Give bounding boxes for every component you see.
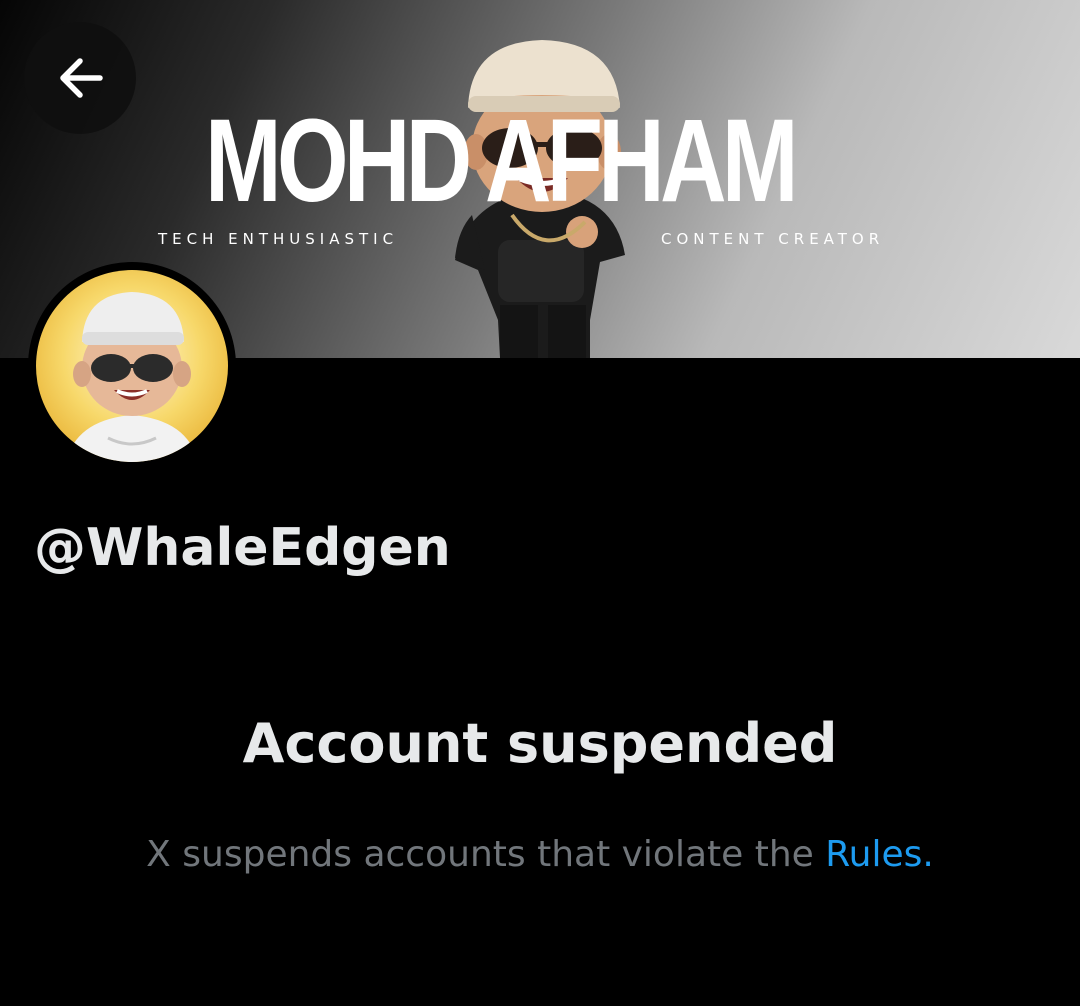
suspended-message: X suspends accounts that violate the Rul… <box>0 834 1080 875</box>
profile-handle: @WhaleEdgen <box>34 518 451 578</box>
suspended-title: Account suspended <box>242 712 838 775</box>
avatar[interactable] <box>36 270 228 462</box>
banner-tag-left: TECH ENTHUSIASTIC <box>158 230 399 248</box>
avatar-character <box>36 270 228 462</box>
rules-link-period: . <box>922 834 934 875</box>
rules-link[interactable]: Rules <box>825 834 922 875</box>
back-button[interactable] <box>24 22 136 134</box>
suspended-message-text: X suspends accounts that violate the <box>146 834 826 875</box>
avatar-container[interactable] <box>28 262 236 470</box>
banner-tag-right: CONTENT CREATOR <box>661 230 885 248</box>
banner-title: MOHD AFHAM <box>205 95 799 227</box>
arrow-left-icon <box>60 58 103 98</box>
